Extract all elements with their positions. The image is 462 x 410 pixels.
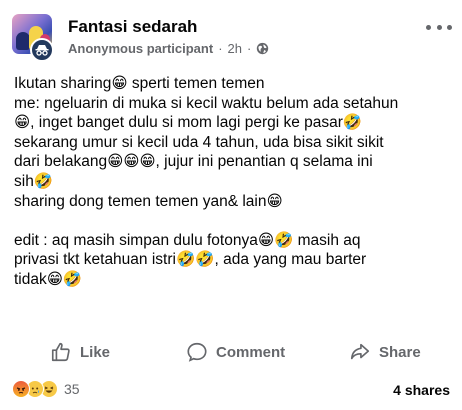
post-meta: Anonymous participant · 2h ·: [68, 41, 269, 56]
post-header: Fantasi sedarah Anonymous participant · …: [0, 0, 462, 64]
share-arrow-icon: [350, 343, 370, 360]
shares-count[interactable]: 4 shares: [393, 382, 450, 398]
post-line: me: ngeluarin di muka si kecil waktu bel…: [14, 94, 399, 112]
post-line: 😁, inget banget dulu si mom lagi pergi k…: [14, 114, 363, 132]
post-line: Ikutan sharing😁 sperti temen temen: [14, 75, 265, 92]
meta-separator: ·: [218, 41, 223, 56]
post-line: sekarang umur si kecil uda 4 tahun, uda …: [14, 133, 384, 151]
anonymous-avatar-icon: [30, 38, 54, 62]
group-avatar-container[interactable]: [12, 14, 56, 62]
more-options-icon[interactable]: [426, 18, 452, 36]
post-line: dari belakang😁😁😁, jujur ini penantian q …: [14, 153, 373, 171]
meta-separator: ·: [247, 41, 252, 56]
like-button[interactable]: Like: [50, 334, 110, 370]
author-name[interactable]: Anonymous participant: [68, 41, 213, 56]
public-globe-icon: [257, 42, 269, 55]
post-line: sih🤣: [14, 172, 54, 190]
share-label: Share: [379, 343, 421, 361]
share-button[interactable]: Share: [349, 334, 421, 370]
post-actions-bar: Like Comment Share: [0, 334, 462, 370]
edit-line: privasi tkt ketahuan istri🤣🤣, ada yang m…: [14, 251, 367, 269]
reactions-summary[interactable]: 35: [12, 380, 80, 398]
comment-label: Comment: [216, 343, 286, 361]
group-name-link[interactable]: Fantasi sedarah: [68, 17, 197, 37]
like-label: Like: [80, 343, 111, 361]
thumbs-up-icon: [51, 342, 70, 362]
post-line: sharing dong temen temen yan& lain😁: [14, 192, 283, 210]
angry-reaction-icon: [12, 380, 30, 398]
reaction-count: 35: [64, 381, 80, 397]
edit-line: edit : aq masih simpan dulu fotonya😁🤣 ma…: [14, 231, 361, 249]
comment-bubble-icon: [187, 342, 207, 362]
post-body: Ikutan sharing😁 sperti temen temen me: n…: [14, 74, 454, 290]
post-time[interactable]: 2h: [228, 41, 242, 56]
edit-line: tidak😁🤣: [14, 270, 83, 288]
comment-button[interactable]: Comment: [186, 334, 285, 370]
post-footer: 35 4 shares: [0, 376, 462, 406]
